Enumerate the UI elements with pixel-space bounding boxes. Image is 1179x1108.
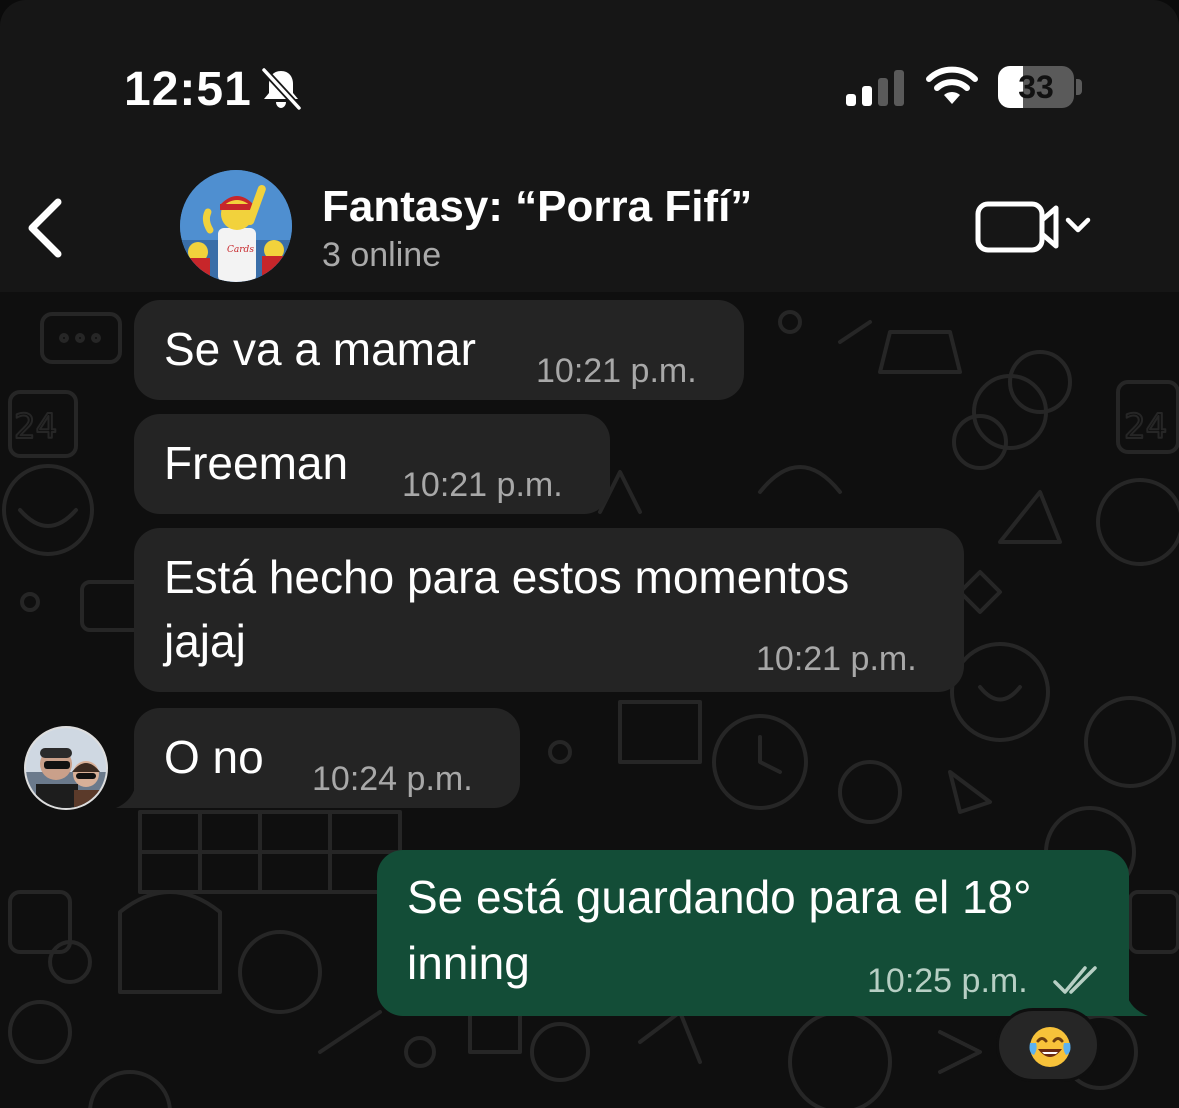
message-text-line-1: Se está guardando para el 18° <box>407 871 1032 923</box>
message-text-line-2: jajaj <box>164 615 246 667</box>
video-camera-icon <box>975 201 1059 253</box>
chat-screen: 12:51 33 Cards Fantasy: “Porra Fifí” 3 o… <box>0 0 1179 1108</box>
message-time: 10:21 p.m. <box>536 352 697 390</box>
outgoing-message-bubble[interactable]: Se está guardando para el 18° inning 10:… <box>377 850 1129 1016</box>
message-text-line-2: inning <box>407 937 530 989</box>
message-bubble[interactable]: Se va a mamar 10:21 p.m. <box>134 300 744 400</box>
wifi-icon <box>926 66 978 104</box>
status-bar: 12:51 33 <box>0 0 1179 140</box>
message-reaction[interactable] <box>996 1008 1100 1082</box>
bubble-tail <box>1114 990 1148 1016</box>
sender-avatar[interactable] <box>24 726 108 810</box>
message-bubble[interactable]: Freeman 10:21 p.m. <box>134 414 610 514</box>
face-with-tears-of-joy-icon <box>1029 1027 1071 1067</box>
status-time: 12:51 <box>124 63 252 116</box>
battery-icon: 33 <box>998 66 1082 108</box>
message-text: Se va a mamar <box>164 323 476 375</box>
read-receipt-icon <box>1053 966 1097 994</box>
battery-level: 33 <box>1018 69 1054 105</box>
message-text-line-1: Está hecho para estos momentos <box>164 551 850 603</box>
group-name[interactable]: Fantasy: “Porra Fifí” <box>322 182 752 232</box>
message-bubble[interactable]: Está hecho para estos momentos jajaj 10:… <box>134 528 964 692</box>
message-time: 10:24 p.m. <box>312 760 473 798</box>
back-icon[interactable] <box>20 192 72 264</box>
message-text: Freeman <box>164 437 349 489</box>
message-time: 10:25 p.m. <box>867 962 1028 1000</box>
chevron-down-icon <box>1065 217 1091 233</box>
bell-off-icon <box>261 67 302 111</box>
svg-text:Cards: Cards <box>227 245 254 255</box>
message-time: 10:21 p.m. <box>402 466 563 504</box>
message-time: 10:21 p.m. <box>756 640 917 678</box>
signal-icon <box>846 70 904 106</box>
chat-header: Cards Fantasy: “Porra Fifí” 3 online <box>0 140 1179 292</box>
svg-text:24: 24 <box>14 407 57 447</box>
video-call-button[interactable] <box>972 194 1102 260</box>
message-bubble[interactable]: O no 10:24 p.m. <box>134 708 520 808</box>
bubble-tail <box>116 782 146 808</box>
group-avatar[interactable]: Cards <box>180 170 292 282</box>
svg-text:24: 24 <box>1124 407 1167 447</box>
chat-area[interactable]: 24 24 Se va a mamar 10:21 p.m. Freeman 1… <box>0 292 1179 1108</box>
group-online-status: 3 online <box>322 236 442 274</box>
message-text: O no <box>164 731 264 783</box>
